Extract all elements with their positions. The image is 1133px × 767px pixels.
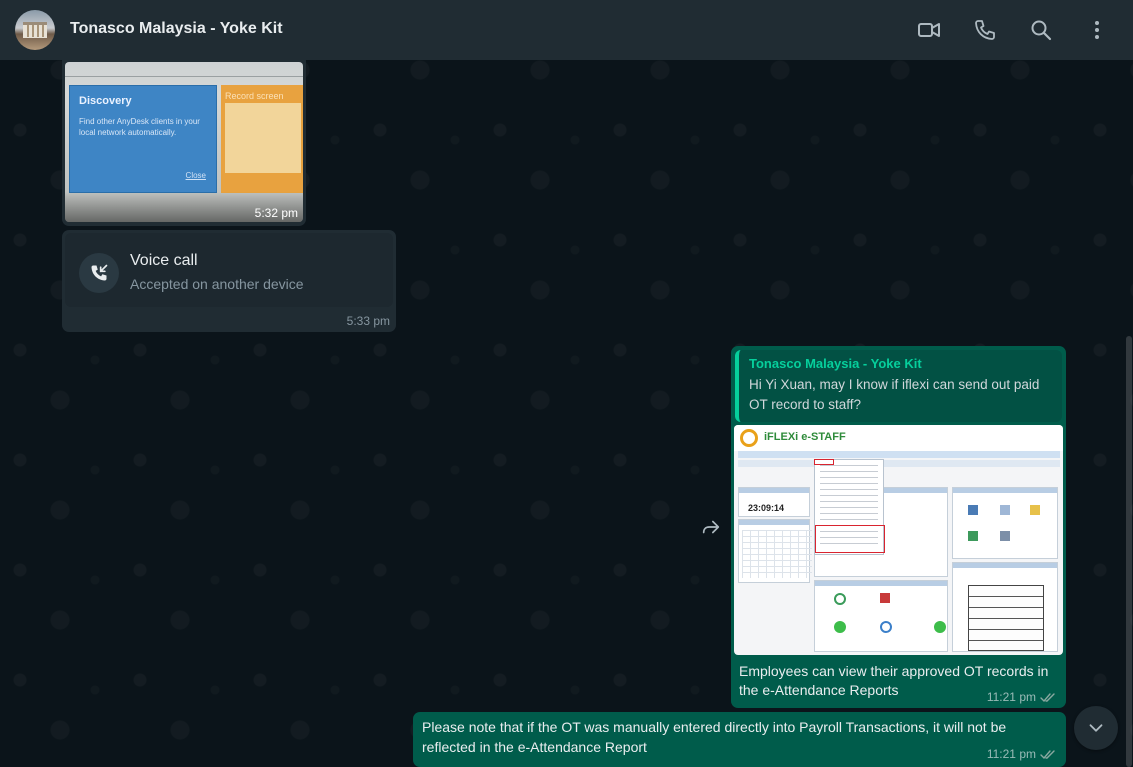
- iflexi-logo-icon: [740, 429, 758, 447]
- record-screen-card: Record screen: [221, 85, 303, 193]
- chat-title[interactable]: Tonasco Malaysia - Yoke Kit: [70, 20, 283, 38]
- search-icon[interactable]: [1029, 18, 1053, 42]
- read-ticks-icon: [1040, 692, 1055, 702]
- chat-header: Tonasco Malaysia - Yoke Kit: [0, 0, 1133, 60]
- anydesk-photo[interactable]: Discovery Find other AnyDesk clients in …: [65, 62, 303, 222]
- video-call-icon[interactable]: [917, 18, 941, 42]
- record-screen-title: Record screen: [225, 91, 284, 101]
- call-title: Voice call: [130, 252, 198, 269]
- voice-call-icon[interactable]: [973, 18, 997, 42]
- message-time: 5:32 pm: [254, 206, 298, 220]
- scrollbar[interactable]: [1126, 336, 1132, 767]
- call-subtitle: Accepted on another device: [130, 276, 304, 292]
- avatar[interactable]: [15, 10, 55, 50]
- quote-text: Hi Yi Xuan, may I know if iflexi can sen…: [749, 377, 1040, 412]
- message-text: Please note that if the OT was manually …: [422, 719, 1007, 755]
- message-time: 11:21 pm: [986, 690, 1036, 704]
- message-meta: 11:21 pm: [987, 690, 1056, 704]
- discovery-text: Find other AnyDesk clients in your local…: [79, 117, 200, 137]
- discovery-title: Discovery: [79, 95, 132, 107]
- iflexi-screenshot[interactable]: iFLEXi e-STAFF 23:09:14: [734, 425, 1063, 655]
- discovery-card: Discovery Find other AnyDesk clients in …: [69, 85, 217, 193]
- image-message[interactable]: Discovery Find other AnyDesk clients in …: [62, 54, 306, 226]
- voice-call-message[interactable]: Voice call Accepted on another device 5:…: [62, 230, 396, 332]
- quoted-message[interactable]: Tonasco Malaysia - Yoke Kit Hi Yi Xuan, …: [735, 350, 1062, 422]
- message-meta: 11:21 pm: [987, 747, 1056, 761]
- scroll-to-bottom-button[interactable]: [1074, 706, 1118, 750]
- screenshot-clock: 23:09:14: [748, 503, 785, 513]
- incoming-call-icon: [79, 253, 119, 293]
- chevron-down-icon: [1089, 724, 1103, 732]
- menu-icon[interactable]: [1085, 18, 1109, 42]
- reply-message[interactable]: Tonasco Malaysia - Yoke Kit Hi Yi Xuan, …: [731, 346, 1066, 708]
- iflexi-logo-text: iFLEXi e-STAFF: [764, 431, 846, 443]
- read-ticks-icon: [1040, 749, 1055, 759]
- message-time: 11:21 pm: [986, 747, 1036, 761]
- forward-icon[interactable]: [700, 516, 722, 538]
- quote-sender: Tonasco Malaysia - Yoke Kit: [749, 356, 922, 371]
- discovery-close-link: Close: [185, 171, 206, 180]
- outgoing-message[interactable]: Please note that if the OT was manually …: [413, 712, 1066, 767]
- message-time: 5:33 pm: [346, 314, 390, 328]
